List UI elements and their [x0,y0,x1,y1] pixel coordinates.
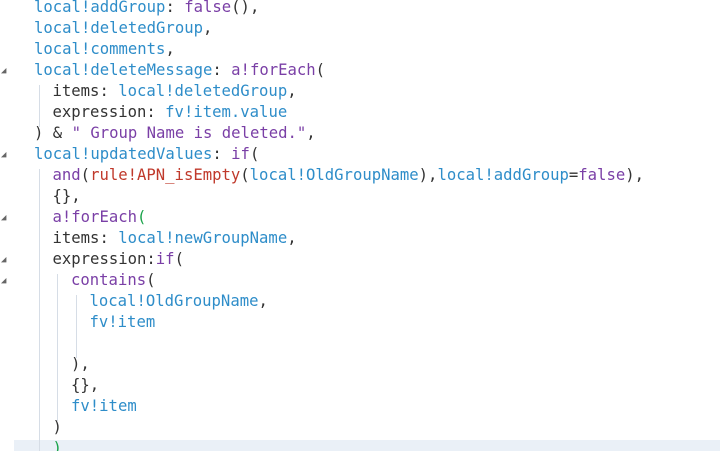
code-token: , [287,229,297,247]
code-token: fv!item.value [165,103,288,121]
code-line[interactable]: {}, [53,186,81,207]
current-line-highlight [0,440,720,451]
code-token: , [165,40,175,58]
code-line[interactable]: {}, [71,375,99,396]
indent-guide [38,85,40,127]
code-token: local!newGroupName [118,229,288,247]
code-token: ) & [34,124,72,142]
fold-arrow-icon[interactable]: ◢ [1,277,7,286]
code-token: {}, [71,376,100,394]
code-token: " Group Name is deleted." [71,124,307,142]
code-token: ( [80,166,91,184]
code-token: : [165,0,185,16]
code-token: items: [52,82,119,100]
code-token: : [212,145,232,163]
code-token: local!deletedGroup [118,82,288,100]
code-token: ) [52,418,62,436]
code-token: , [306,124,316,142]
code-line[interactable]: expression:if( [53,249,184,270]
code-token: ( [249,145,260,163]
code-token: contains [71,271,147,289]
code-token: false [184,0,232,16]
code-token: = [568,166,579,184]
code-token: ) [52,439,62,451]
code-token: false [578,166,626,184]
code-line[interactable]: local!comments, [34,39,175,60]
code-line[interactable]: local!addGroup: false(), [34,0,259,18]
code-token: a!forEach [52,208,138,226]
code-line[interactable]: ) [53,438,62,451]
code-line[interactable]: a!forEach( [53,207,147,228]
code-token: local!comments [34,40,166,58]
code-token: rule!APN_isEmpty [90,166,241,184]
code-token: ( [146,271,156,289]
code-line[interactable]: ), [71,354,90,375]
code-token: if [231,145,250,163]
code-token: local!deletedGroup [34,19,203,37]
fold-gutter[interactable]: ◢ ◢ ◢ ◢ ◢ [0,0,14,451]
code-token: ( [137,208,147,226]
code-line[interactable]: items: local!newGroupName, [53,228,297,249]
code-token: local!OldGroupName [89,292,259,310]
indent-guide [38,169,40,451]
indent-guide [75,295,77,358]
code-token: ), [71,355,90,373]
code-token: ( [240,166,250,184]
code-token: , [258,292,268,310]
code-line[interactable]: expression: fv!item.value [53,102,288,123]
fold-arrow-icon[interactable]: ◢ [1,67,7,76]
code-line[interactable]: ) [53,417,62,438]
code-token: ), [418,166,438,184]
code-token: a!forEach [231,61,316,79]
code-token: , [203,19,213,37]
code-line[interactable]: local!updatedValues: if( [34,144,259,165]
code-token: items: [52,229,119,247]
code-token: and [52,166,81,184]
code-token: fv!item [89,313,156,331]
code-token: : [212,61,232,79]
code-line[interactable]: local!OldGroupName, [90,291,268,312]
code-token: local!addGroup [34,0,166,16]
code-token: local!deleteMessage [34,61,213,79]
fold-arrow-icon[interactable]: ◢ [1,256,7,265]
code-token: , [287,82,297,100]
code-token: (), [231,0,260,16]
code-token: {}, [52,187,81,205]
code-token: local!OldGroupName [249,166,419,184]
code-token: ( [315,61,326,79]
code-token: fv!item [71,397,137,415]
code-token: local!updatedValues [34,145,213,163]
code-token: expression: [52,250,156,268]
code-token: if [155,250,175,268]
code-token: expression: [52,103,166,121]
code-token: ), [625,166,645,184]
code-line[interactable]: and(rule!APN_isEmpty(local!OldGroupName)… [53,165,645,186]
code-line[interactable]: ) & " Group Name is deleted.", [34,123,316,144]
fold-arrow-icon[interactable]: ◢ [1,214,7,223]
code-token: local!addGroup [437,166,569,184]
code-line[interactable]: contains( [71,270,156,291]
code-line[interactable]: local!deleteMessage: a!forEach( [34,60,325,81]
indent-guide [57,274,58,421]
code-token: ( [174,250,184,268]
code-line[interactable]: items: local!deletedGroup, [53,81,297,102]
fold-arrow-icon[interactable]: ◢ [1,151,7,160]
code-editor[interactable]: ◢ ◢ ◢ ◢ ◢ local!addGroup: false(), local!dele… [0,0,720,451]
code-line[interactable]: fv!item [90,312,156,333]
code-line[interactable]: local!deletedGroup, [34,18,212,39]
code-line[interactable]: fv!item [71,396,137,417]
